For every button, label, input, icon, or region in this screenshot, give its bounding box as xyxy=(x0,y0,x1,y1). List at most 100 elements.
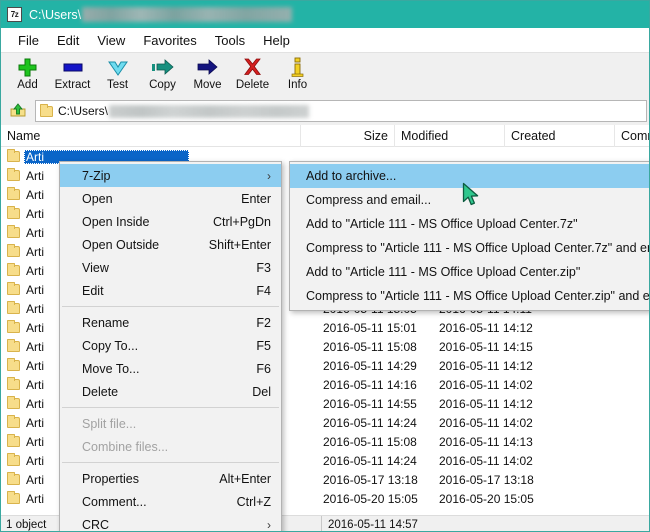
file-name-label: Arti xyxy=(26,396,44,411)
context-menu-item[interactable]: Properties Alt+Enter xyxy=(60,467,281,490)
menu-separator xyxy=(62,407,279,408)
file-name-label: Arti xyxy=(26,225,44,240)
file-name-label: Arti xyxy=(26,282,44,297)
status-date: 2016-05-11 14:57 xyxy=(328,518,418,531)
context-menu-item[interactable]: 7-Zip › xyxy=(60,164,281,187)
menu-bar: File Edit View Favorites Tools Help xyxy=(1,28,649,52)
submenu-item-label: Add to "Article 111 - MS Office Upload C… xyxy=(306,265,581,279)
context-menu-shortcut: Enter xyxy=(241,191,271,206)
toolbar-delete-button[interactable]: Delete xyxy=(230,53,275,97)
file-name-cell: Arti xyxy=(7,299,46,318)
context-menu-item-label: Copy To... xyxy=(82,338,139,353)
folder-icon xyxy=(7,320,20,333)
file-modified-cell: 2016-05-11 14:55 xyxy=(323,396,417,411)
file-name-cell: Arti xyxy=(7,356,46,375)
context-menu-item[interactable]: View F3 xyxy=(60,256,281,279)
column-header-comment[interactable]: Comment xyxy=(615,125,649,147)
context-menu[interactable]: 7-Zip › Open Enter Open Inside Ctrl+PgDn Open … xyxy=(59,161,282,532)
context-menu-item[interactable]: Copy To... F5 xyxy=(60,334,281,357)
chevron-right-icon: › xyxy=(267,517,271,532)
plus-icon xyxy=(13,56,43,78)
menu-separator xyxy=(62,462,279,463)
column-header-modified[interactable]: Modified xyxy=(395,125,505,147)
file-modified-cell: 2016-05-11 14:24 xyxy=(323,453,417,468)
submenu-item[interactable]: Add to "Article 111 - MS Office Upload C… xyxy=(290,212,649,236)
folder-icon xyxy=(7,472,20,485)
toolbar-info-button[interactable]: Info xyxy=(275,53,320,97)
context-menu-item-label: View xyxy=(82,260,109,275)
file-name-cell: Arti xyxy=(7,166,46,185)
folder-icon xyxy=(7,415,20,428)
context-menu-item[interactable]: Open Enter xyxy=(60,187,281,210)
context-menu-shortcut: F2 xyxy=(256,315,271,330)
submenu-item[interactable]: Compress to "Article 111 - MS Office Upl… xyxy=(290,284,650,308)
context-menu-item-label: 7-Zip xyxy=(82,168,111,183)
context-menu-item[interactable]: Rename F2 xyxy=(60,311,281,334)
context-menu-item[interactable]: Edit F4 xyxy=(60,279,281,302)
toolbar-add-button[interactable]: Add xyxy=(5,53,50,97)
submenu-item[interactable]: Compress to "Article 111 - MS Office Upl… xyxy=(290,236,649,260)
menu-favorites[interactable]: Favorites xyxy=(134,31,205,50)
context-menu-item: Combine files... xyxy=(60,435,281,458)
up-folder-icon[interactable] xyxy=(5,99,31,123)
context-menu-item[interactable]: Open Inside Ctrl+PgDn xyxy=(60,210,281,233)
column-header-row: Name Size Modified Created Comment xyxy=(1,125,649,147)
toolbar-test-label: Test xyxy=(106,79,129,91)
menu-file[interactable]: File xyxy=(9,31,48,50)
file-created-cell: 2016-05-11 14:02 xyxy=(439,377,533,392)
folder-icon xyxy=(7,244,20,257)
file-name-label: Arti xyxy=(26,301,44,316)
column-header-size[interactable]: Size xyxy=(301,125,395,147)
file-name-cell: Arti xyxy=(7,394,46,413)
folder-icon xyxy=(7,225,20,238)
submenu-item-label: Add to archive... xyxy=(306,169,397,183)
submenu-item-label: Compress to "Article 111 - MS Office Upl… xyxy=(306,289,650,303)
toolbar-move-button[interactable]: Move xyxy=(185,53,230,97)
submenu-item[interactable]: Compress and email... xyxy=(290,188,649,212)
toolbar-move-label: Move xyxy=(193,79,222,91)
seven-zip-submenu[interactable]: Add to archive... Compress and email... Ad… xyxy=(289,161,650,311)
toolbar-test-button[interactable]: Test xyxy=(95,53,140,97)
file-modified-cell: 2016-05-11 15:08 xyxy=(323,434,417,449)
file-name-label: Arti xyxy=(26,244,44,259)
toolbar-extract-button[interactable]: Extract xyxy=(50,53,95,97)
column-header-name[interactable]: Name xyxy=(1,125,301,147)
menu-help[interactable]: Help xyxy=(254,31,299,50)
app-logo-icon: 7z xyxy=(7,7,22,22)
folder-icon xyxy=(7,206,20,219)
context-menu-item[interactable]: Open Outside Shift+Enter xyxy=(60,233,281,256)
folder-icon xyxy=(7,434,20,447)
path-input[interactable]: C:\Users\ xyxy=(35,100,647,122)
file-name-cell: Arti xyxy=(7,185,46,204)
context-menu-item[interactable]: Comment... Ctrl+Z xyxy=(60,490,281,513)
toolbar-copy-button[interactable]: Copy xyxy=(140,53,185,97)
context-menu-item-label: Open xyxy=(82,191,113,206)
folder-icon xyxy=(7,453,20,466)
file-modified-cell: 2016-05-11 14:16 xyxy=(323,377,417,392)
file-modified-cell: 2016-05-17 13:18 xyxy=(323,472,418,487)
menu-view[interactable]: View xyxy=(88,31,134,50)
folder-icon xyxy=(7,396,20,409)
context-menu-shortcut: Shift+Enter xyxy=(208,237,271,252)
folder-icon xyxy=(7,358,20,371)
menu-edit[interactable]: Edit xyxy=(48,31,88,50)
submenu-item[interactable]: Add to archive... xyxy=(290,164,649,188)
path-redaction-blur xyxy=(109,104,310,118)
folder-icon xyxy=(7,187,20,200)
file-name-cell: Arti xyxy=(7,432,46,451)
context-menu-item[interactable]: Move To... F6 xyxy=(60,357,281,380)
column-header-created[interactable]: Created xyxy=(505,125,615,147)
file-name-label: Arti xyxy=(26,434,44,449)
file-name-label: Arti xyxy=(26,472,44,487)
context-menu-item-label: Rename xyxy=(82,315,130,330)
menu-tools[interactable]: Tools xyxy=(206,31,254,50)
file-name-cell: Arti xyxy=(7,470,46,489)
context-menu-item[interactable]: CRC › xyxy=(60,513,281,532)
file-name-cell: Arti xyxy=(7,451,46,470)
context-menu-item[interactable]: Delete Del xyxy=(60,380,281,403)
file-name-label: Arti xyxy=(26,339,44,354)
submenu-item[interactable]: Add to "Article 111 - MS Office Upload C… xyxy=(290,260,649,284)
context-menu-shortcut: Del xyxy=(252,384,271,399)
folder-icon xyxy=(7,168,20,181)
file-modified-cell: 2016-05-11 14:29 xyxy=(323,358,417,373)
